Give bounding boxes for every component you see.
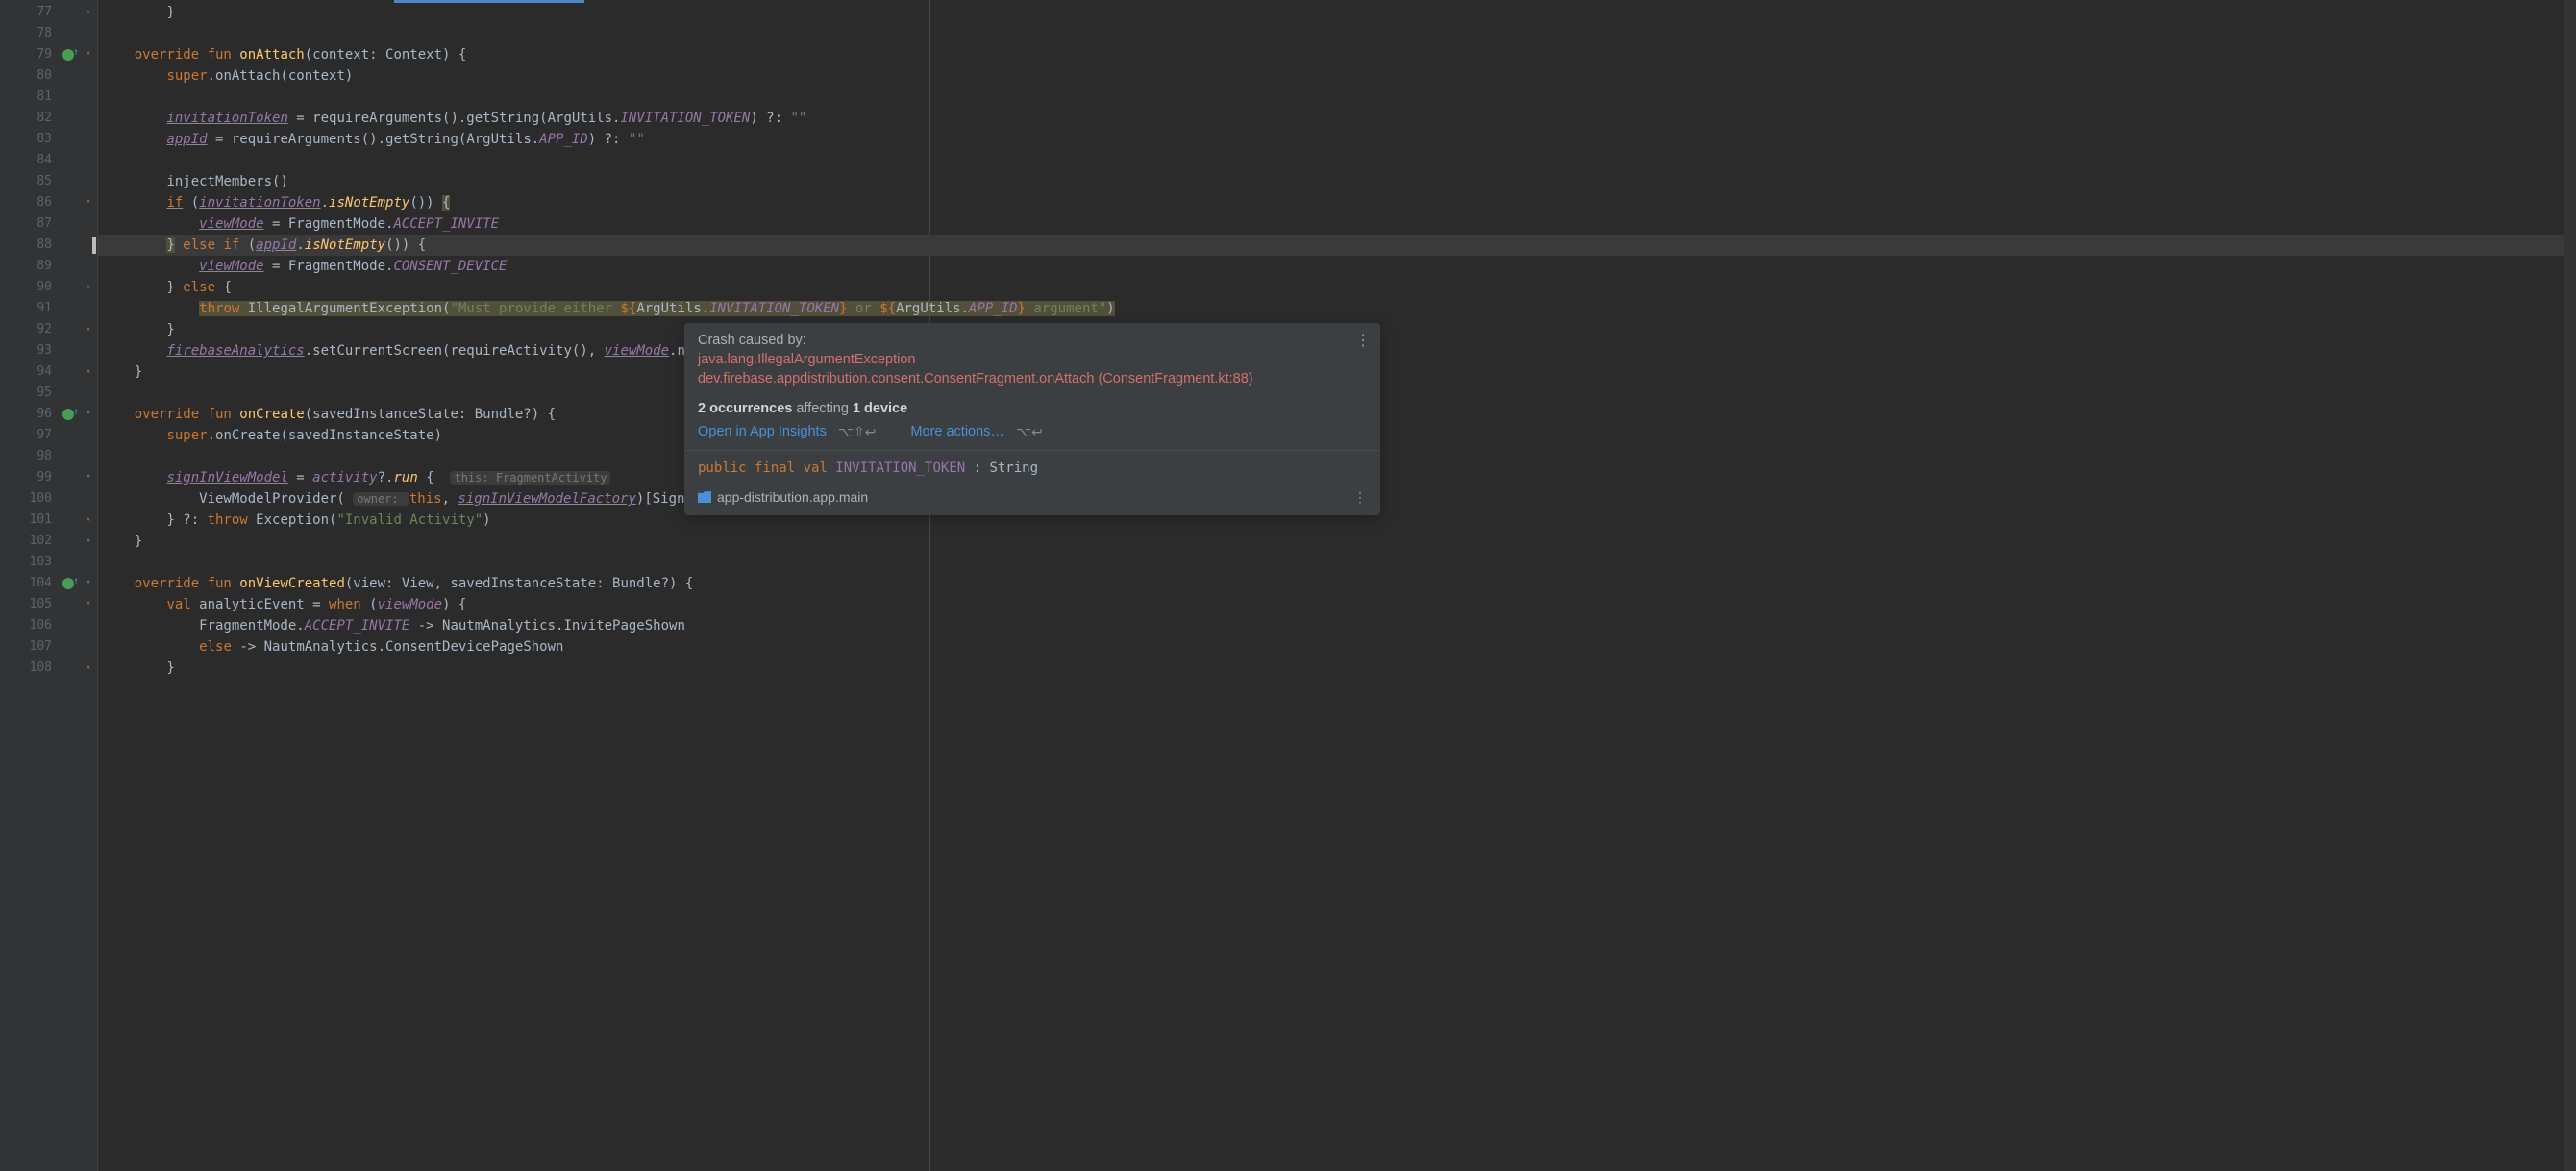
occurrence-count: 2 occurrences — [698, 401, 792, 416]
code-line[interactable]: } else if (appId.isNotEmpty()) { — [98, 235, 2576, 256]
line-number: 84 — [0, 150, 60, 171]
line-number-gutter: 7778798081828384858687888990919293949596… — [0, 0, 60, 1171]
error-stripe[interactable] — [2564, 0, 2576, 1171]
fold-close-icon[interactable]: ▴ — [84, 282, 93, 291]
line-number: 102 — [0, 531, 60, 552]
fold-close-icon[interactable]: ▴ — [84, 514, 93, 524]
code-line[interactable] — [98, 87, 2576, 108]
code-line[interactable]: } — [98, 531, 2576, 552]
code-line[interactable]: injectMembers() — [98, 171, 2576, 192]
line-number: 96 — [0, 404, 60, 425]
code-line[interactable]: val analyticEvent = when (viewMode) { — [98, 594, 2576, 615]
line-number: 83 — [0, 129, 60, 150]
line-number: 103 — [0, 552, 60, 573]
line-number: 108 — [0, 658, 60, 679]
line-number: 93 — [0, 340, 60, 361]
code-line[interactable]: viewMode = FragmentMode.CONSENT_DEVICE — [98, 256, 2576, 277]
code-line[interactable]: super.onAttach(context) — [98, 65, 2576, 87]
code-line[interactable] — [98, 150, 2576, 171]
fold-gutter[interactable]: ▴ ▾ ▾ ▴ ▴ ▴ ▾ ▾ ▴ ▴ ▾ ▾ ▴ — [81, 0, 98, 1171]
tooltip-footer-more-icon[interactable]: ⋮ — [1353, 489, 1367, 506]
more-actions-link[interactable]: More actions… — [910, 424, 1004, 439]
tooltip-signature: public final val INVITATION_TOKEN : Stri… — [684, 450, 1380, 486]
line-number: 100 — [0, 488, 60, 510]
line-number: 88 — [0, 235, 60, 256]
override-marker-gutter: ↑ ↑ ↑ — [60, 0, 81, 1171]
fold-close-icon[interactable]: ▴ — [84, 662, 93, 672]
code-line[interactable]: invitationToken = requireArguments().get… — [98, 108, 2576, 129]
line-number: 105 — [0, 594, 60, 615]
editor-area[interactable]: 7778798081828384858687888990919293949596… — [0, 0, 2576, 1171]
line-number: 77 — [0, 2, 60, 23]
text-caret — [92, 237, 96, 254]
fold-open-icon[interactable]: ▾ — [84, 599, 93, 609]
line-number: 80 — [0, 65, 60, 87]
code-line[interactable]: } — [98, 2, 2576, 23]
fold-close-icon[interactable]: ▴ — [84, 7, 93, 16]
code-line[interactable]: override fun onViewCreated(view: View, s… — [98, 573, 2576, 594]
code-line[interactable] — [98, 552, 2576, 573]
open-app-insights-link[interactable]: Open in App Insights — [698, 424, 827, 439]
line-number: 82 — [0, 108, 60, 129]
fold-close-icon[interactable]: ▴ — [84, 324, 93, 334]
tooltip-more-icon[interactable]: ⋮ — [1355, 331, 1371, 350]
code-line[interactable]: FragmentMode.ACCEPT_INVITE -> NautmAnaly… — [98, 615, 2576, 636]
code-line[interactable]: } else { — [98, 277, 2576, 298]
line-number: 79 — [0, 44, 60, 65]
code-content[interactable]: } override fun onAttach(context: Context… — [98, 0, 2576, 1171]
tooltip-location: dev.firebase.appdistribution.consent.Con… — [698, 369, 1367, 388]
line-number: 99 — [0, 467, 60, 488]
fold-open-icon[interactable]: ▾ — [84, 409, 93, 418]
fold-close-icon[interactable]: ▴ — [84, 536, 93, 545]
fold-open-icon[interactable]: ▾ — [84, 49, 93, 59]
line-number: 94 — [0, 361, 60, 383]
crash-tooltip: ⋮ Crash caused by: java.lang.IllegalArgu… — [684, 323, 1380, 515]
line-number: 104 — [0, 573, 60, 594]
line-number: 97 — [0, 425, 60, 446]
shortcut-more: ⌥↩ — [1016, 424, 1043, 440]
module-name: app-distribution.app.main — [717, 489, 868, 505]
tooltip-footer: app-distribution.app.main ⋮ — [684, 486, 1380, 515]
shortcut-open: ⌥⇧↩ — [838, 424, 877, 440]
line-number: 92 — [0, 319, 60, 340]
code-line[interactable]: else -> NautmAnalytics.ConsentDevicePage… — [98, 636, 2576, 658]
fold-open-icon[interactable]: ▾ — [84, 472, 93, 482]
line-number: 85 — [0, 171, 60, 192]
code-line[interactable] — [98, 23, 2576, 44]
line-number: 98 — [0, 446, 60, 467]
implements-arrow-icon: ↑ — [73, 407, 79, 417]
fold-close-icon[interactable]: ▴ — [84, 366, 93, 376]
line-number: 106 — [0, 615, 60, 636]
code-line[interactable]: } — [98, 658, 2576, 679]
line-number: 91 — [0, 298, 60, 319]
line-number: 81 — [0, 87, 60, 108]
tooltip-occurrences: 2 occurrences affecting 1 device — [698, 401, 1367, 416]
code-line[interactable]: if (invitationToken.isNotEmpty()) { — [98, 192, 2576, 213]
line-number: 101 — [0, 510, 60, 531]
code-line[interactable]: appId = requireArguments().getString(Arg… — [98, 129, 2576, 150]
fold-open-icon[interactable]: ▾ — [84, 578, 93, 587]
tooltip-header: Crash caused by: — [698, 333, 1367, 348]
line-number: 86 — [0, 192, 60, 213]
code-line[interactable]: throw IllegalArgumentException("Must pro… — [98, 298, 2576, 319]
code-line[interactable]: viewMode = FragmentMode.ACCEPT_INVITE — [98, 213, 2576, 235]
line-number: 107 — [0, 636, 60, 658]
tooltip-exception: java.lang.IllegalArgumentException — [698, 350, 1367, 369]
module-icon — [698, 491, 711, 503]
line-number: 90 — [0, 277, 60, 298]
line-number: 89 — [0, 256, 60, 277]
device-count: 1 device — [853, 401, 907, 416]
code-line[interactable]: override fun onAttach(context: Context) … — [98, 44, 2576, 65]
implements-arrow-icon: ↑ — [73, 576, 79, 586]
line-number: 78 — [0, 23, 60, 44]
line-number: 87 — [0, 213, 60, 235]
fold-open-icon[interactable]: ▾ — [84, 197, 93, 207]
line-number: 95 — [0, 383, 60, 404]
implements-arrow-icon: ↑ — [73, 47, 79, 58]
